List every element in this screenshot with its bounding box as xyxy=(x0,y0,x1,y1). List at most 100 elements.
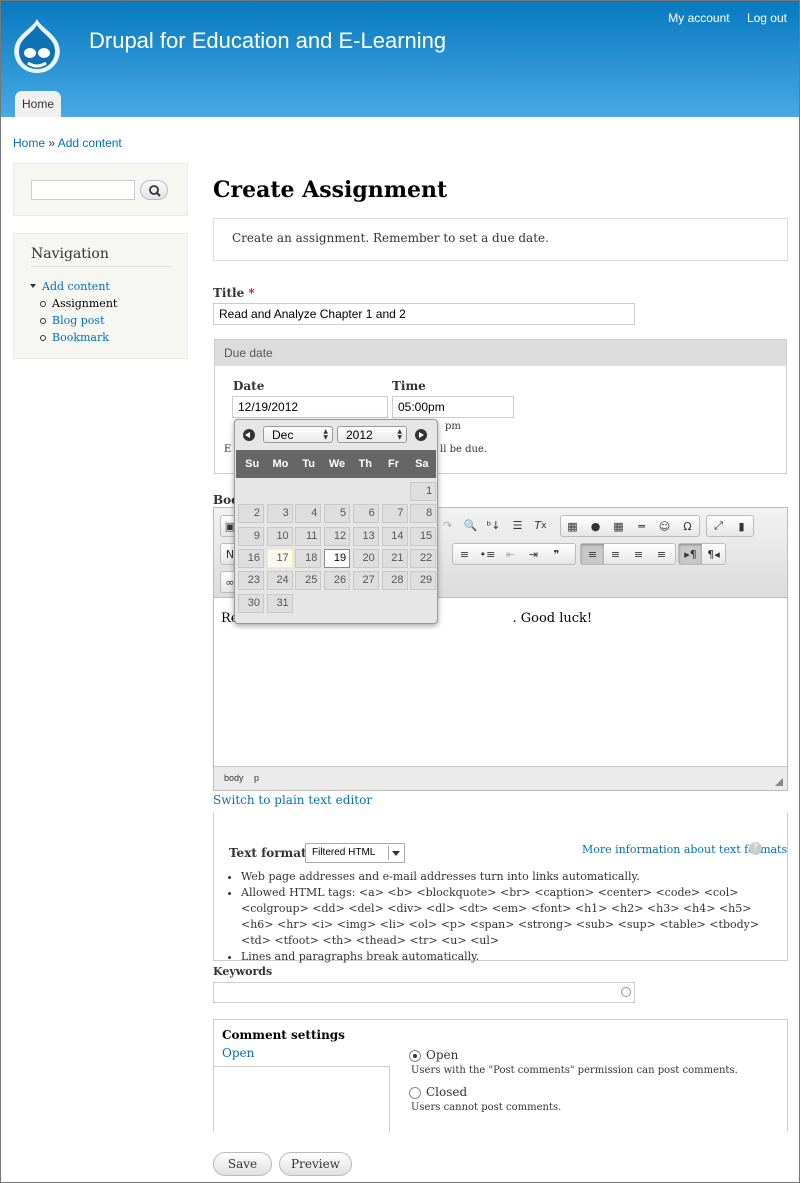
calendar-day-29[interactable]: 29 xyxy=(410,571,437,591)
calendar-day-23[interactable]: 23 xyxy=(238,571,264,591)
format-tip-3: Lines and paragraphs break automatically… xyxy=(241,949,769,965)
calendar-day-13[interactable]: 13 xyxy=(352,526,379,546)
calendar-day-14[interactable]: 14 xyxy=(381,526,408,546)
image-icon[interactable]: ▦ xyxy=(561,516,584,536)
weekday-su: Su xyxy=(245,458,260,470)
calendar-day-20[interactable]: 20 xyxy=(352,548,379,568)
calendar-day-22[interactable]: 22 xyxy=(410,548,437,568)
calendar-day-6[interactable]: 6 xyxy=(352,504,379,524)
calendar-day-7[interactable]: 7 xyxy=(381,504,408,524)
breadcrumb-add-content-link[interactable]: Add content xyxy=(58,136,122,150)
save-button[interactable]: Save xyxy=(213,1152,272,1176)
calendar-day-3[interactable]: 3 xyxy=(266,504,293,524)
calendar-day-28[interactable]: 28 xyxy=(381,571,408,591)
format-tips: Web page addresses and e-mail addresses … xyxy=(229,869,769,965)
search-icon[interactable]: 🔍 xyxy=(459,515,482,535)
calendar-day-4[interactable]: 4 xyxy=(295,504,322,524)
outdent-icon[interactable]: ⇤ xyxy=(499,544,522,564)
path-body[interactable]: body xyxy=(224,773,244,783)
page-title: Create Assignment xyxy=(213,177,448,203)
calendar-day-25[interactable]: 25 xyxy=(295,571,322,591)
special-char-icon[interactable]: Ω xyxy=(676,516,699,536)
next-month-icon[interactable] xyxy=(415,429,427,441)
bulleted-list-icon[interactable]: •≡ xyxy=(476,544,499,564)
log-out-link[interactable]: Log out xyxy=(747,11,787,25)
calendar-day-24[interactable]: 24 xyxy=(266,571,293,591)
rtl-icon[interactable]: ¶◂ xyxy=(702,544,725,564)
numbered-list-icon[interactable]: ≡ xyxy=(453,544,476,564)
drupal-logo-icon[interactable] xyxy=(11,17,63,75)
my-account-link[interactable]: My account xyxy=(668,11,729,25)
keywords-input[interactable] xyxy=(213,982,635,1003)
nav-item-assignment[interactable]: Assignment xyxy=(30,295,117,312)
maximize-icon[interactable]: ⤢ xyxy=(707,516,730,536)
comments-closed-radio[interactable] xyxy=(409,1087,421,1099)
ltr-icon[interactable]: ▸¶ xyxy=(679,544,702,564)
comments-open-label[interactable]: Open xyxy=(426,1048,458,1062)
comments-open-radio[interactable] xyxy=(409,1050,421,1062)
calendar-day-10[interactable]: 10 xyxy=(266,526,293,546)
prev-month-icon[interactable] xyxy=(243,429,255,441)
align-right-icon[interactable]: ≡ xyxy=(627,544,650,564)
remove-format-icon[interactable]: Tx xyxy=(529,515,552,535)
show-blocks-icon[interactable]: ▮ xyxy=(730,516,753,536)
time-label: Time xyxy=(392,379,426,393)
year-select[interactable]: 2012 ▲ ▼ xyxy=(337,426,407,443)
paste-word-icon[interactable]: ☰ xyxy=(506,515,529,535)
calendar-day-19[interactable]: 19 xyxy=(324,548,351,568)
replace-icon[interactable]: ᵇ↓ xyxy=(482,515,505,535)
nav-item-blog-post[interactable]: Blog post xyxy=(30,312,117,329)
calendar-day-30[interactable]: 30 xyxy=(238,593,264,613)
calendar-day-27[interactable]: 27 xyxy=(352,571,379,591)
indent-icon[interactable]: ⇥ xyxy=(522,544,545,564)
toolbar-group-view: ⤢ ▮ xyxy=(706,515,754,537)
breadcrumb-home-link[interactable]: Home xyxy=(13,136,45,150)
date-input[interactable]: 12/19/2012 xyxy=(232,396,388,418)
date-label: Date xyxy=(233,379,265,393)
calendar-day-5[interactable]: 5 xyxy=(324,504,351,524)
redo-icon[interactable]: ↷ xyxy=(436,515,459,535)
help-icon[interactable]: ? xyxy=(749,842,762,855)
calendar-day-11[interactable]: 11 xyxy=(295,526,322,546)
calendar-day-12[interactable]: 12 xyxy=(324,526,351,546)
comments-closed-label[interactable]: Closed xyxy=(426,1085,467,1099)
tab-home[interactable]: Home xyxy=(15,91,61,117)
calendar-day-16[interactable]: 16 xyxy=(238,548,264,568)
title-input[interactable]: Read and Analyze Chapter 1 and 2 xyxy=(213,303,635,325)
nav-item-add-content[interactable]: Add content xyxy=(30,278,117,295)
switch-plain-editor-link[interactable]: Switch to plain text editor xyxy=(213,793,372,807)
smiley-icon[interactable]: ☺ xyxy=(653,516,676,536)
search-button[interactable] xyxy=(140,180,168,200)
time-input[interactable]: 05:00pm xyxy=(392,396,514,418)
toolbar-group-lists: ≡ •≡ ⇤ ⇥ ❞ xyxy=(452,543,576,565)
site-name[interactable]: Drupal for Education and E-Learning xyxy=(89,28,446,54)
calendar-day-21[interactable]: 21 xyxy=(381,548,408,568)
due-date-legend[interactable]: Due date xyxy=(215,340,786,366)
preview-button[interactable]: Preview xyxy=(279,1152,352,1176)
search-input[interactable] xyxy=(31,180,135,200)
search-block xyxy=(13,163,188,216)
nav-item-bookmark[interactable]: Bookmark xyxy=(30,329,117,346)
calendar-day-17[interactable]: 17 xyxy=(266,548,293,568)
align-center-icon[interactable]: ≡ xyxy=(604,544,627,564)
table-icon[interactable]: ▦ xyxy=(607,516,630,536)
calendar-day-2[interactable]: 2 xyxy=(238,504,264,524)
comment-settings-title[interactable]: Comment settings xyxy=(222,1028,345,1042)
calendar-day-26[interactable]: 26 xyxy=(324,571,351,591)
flash-icon[interactable]: ● xyxy=(584,516,607,536)
align-left-icon[interactable]: ≡ xyxy=(581,544,604,564)
site-header: Drupal for Education and E-Learning My a… xyxy=(1,1,799,117)
path-p[interactable]: p xyxy=(254,773,259,783)
calendar-day-15[interactable]: 15 xyxy=(410,526,437,546)
blockquote-icon[interactable]: ❞ xyxy=(545,544,568,564)
text-format-select[interactable]: Filtered HTML xyxy=(305,843,405,863)
justify-icon[interactable]: ≡ xyxy=(650,544,673,564)
calendar-day-31[interactable]: 31 xyxy=(266,593,293,613)
calendar-day-8[interactable]: 8 xyxy=(410,504,437,524)
month-select[interactable]: Dec ▲ ▼ xyxy=(263,426,333,443)
calendar-day-1[interactable]: 1 xyxy=(410,482,437,501)
calendar-day-18[interactable]: 18 xyxy=(295,548,322,568)
calendar-day-9[interactable]: 9 xyxy=(238,526,264,546)
horizontal-rule-icon[interactable]: ═ xyxy=(630,516,653,536)
editor-resize-handle[interactable] xyxy=(775,778,783,786)
